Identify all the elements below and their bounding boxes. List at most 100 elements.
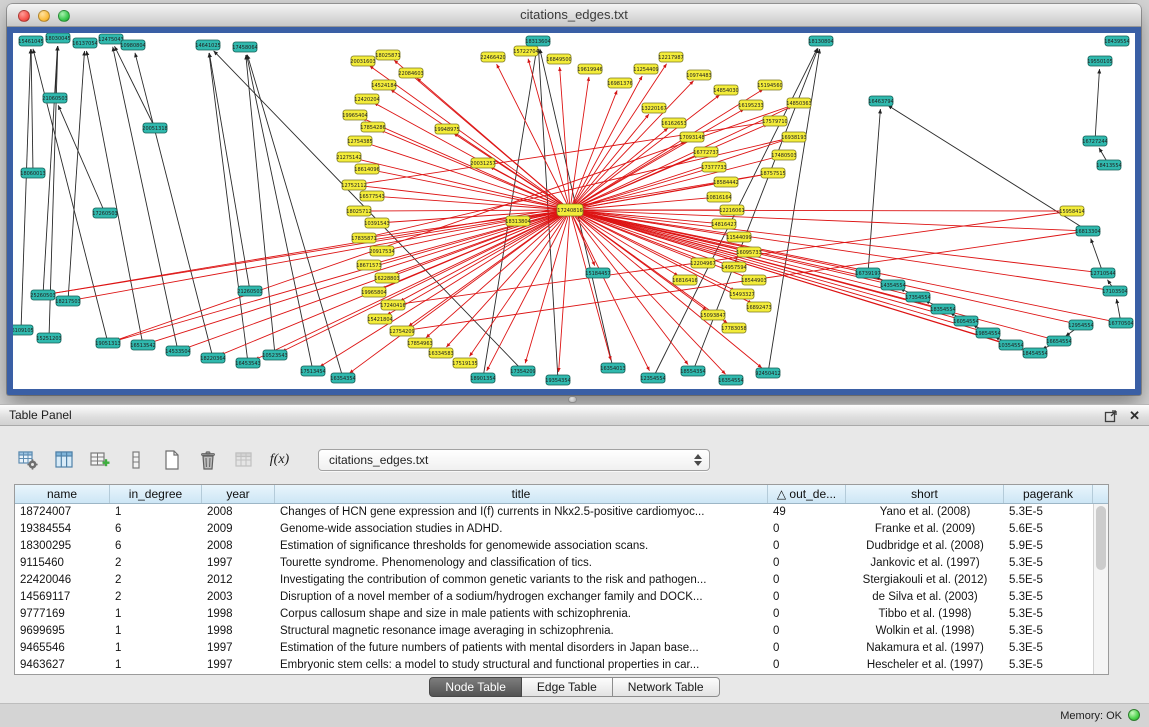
table-row[interactable]: 911546021997Tourette syndrome. Phenomeno…	[15, 555, 1108, 572]
graph-node[interactable]: 12420204	[354, 94, 379, 104]
graph-node[interactable]: 18544903	[741, 275, 766, 285]
table-function-apply-icon[interactable]	[86, 447, 113, 474]
graph-node[interactable]: 15958414	[1059, 206, 1084, 216]
graph-node[interactable]: 16137054	[72, 38, 97, 48]
row-operations-icon[interactable]	[122, 447, 149, 474]
graph-node[interactable]: 16849500	[546, 54, 571, 64]
table-row[interactable]: 2242004622012Investigating the contribut…	[15, 572, 1108, 589]
graph-node[interactable]: 22084603	[398, 68, 423, 78]
graph-node[interactable]: 16195233	[738, 100, 763, 110]
graph-node[interactable]: 18030045	[45, 33, 70, 43]
graph-node[interactable]: 15093847	[700, 310, 725, 320]
graph-node[interactable]: 18220364	[200, 353, 225, 363]
graph-node[interactable]: 16816416	[672, 275, 697, 285]
graph-node[interactable]: 18060013	[20, 168, 45, 178]
graph-node[interactable]: 10980804	[120, 40, 145, 50]
graph-node[interactable]: 17835871	[351, 233, 376, 243]
graph-node[interactable]: 17783058	[721, 323, 746, 333]
graph-node[interactable]: 17458064	[232, 42, 257, 52]
graph-node[interactable]: 19948975	[434, 124, 459, 134]
graph-node[interactable]: 16739197	[855, 268, 880, 278]
scrollbar-thumb[interactable]	[1096, 506, 1106, 570]
graph-node[interactable]: 19550105	[1087, 56, 1112, 66]
graph-node[interactable]: 10816164	[706, 192, 731, 202]
graph-node[interactable]: 18439554	[1104, 36, 1129, 46]
table-row[interactable]: 1938455462009Genome-wide association stu…	[15, 521, 1108, 538]
graph-node[interactable]: 16354013	[600, 363, 625, 373]
graph-node[interactable]: 14850363	[786, 98, 811, 108]
panel-splitter[interactable]	[0, 395, 1149, 404]
graph-node[interactable]: 12754385	[347, 136, 372, 146]
graph-node[interactable]: 17854286	[360, 122, 385, 132]
graph-node[interactable]: 19854554	[975, 328, 1000, 338]
graph-node[interactable]: 21275142	[336, 152, 361, 162]
graph-node[interactable]: 16981376	[607, 78, 632, 88]
graph-node[interactable]: 10523543	[262, 350, 287, 360]
graph-node[interactable]: 17513454	[300, 366, 325, 376]
graph-node[interactable]: 18757515	[760, 168, 785, 178]
table-scrollbar[interactable]	[1093, 504, 1108, 674]
graph-node[interactable]: 12217987	[658, 52, 683, 62]
tab-network-table[interactable]: Network Table	[613, 677, 720, 697]
graph-node[interactable]: 15421804	[367, 314, 392, 324]
graph-node[interactable]: 12752112	[341, 180, 366, 190]
function-builder-icon[interactable]: f(x)	[266, 447, 293, 474]
graph-node[interactable]: 19354354	[545, 375, 570, 385]
table-row[interactable]: 1872400712008Changes of HCN gene express…	[15, 504, 1108, 521]
zoom-button[interactable]	[58, 10, 70, 22]
graph-node[interactable]: 18614096	[354, 164, 379, 174]
graph-node[interactable]: 12754209	[389, 326, 414, 336]
table-row[interactable]: 946554611997Estimation of the future num…	[15, 640, 1108, 657]
graph-node[interactable]: 19619946	[577, 64, 602, 74]
column-header-title[interactable]: title	[275, 485, 768, 503]
graph-node[interactable]: 14957594	[721, 262, 746, 272]
graph-node[interactable]: 20917534	[369, 246, 394, 256]
graph-node[interactable]: 15251203	[36, 333, 61, 343]
graph-node[interactable]: 18584442	[713, 177, 738, 187]
graph-node[interactable]: 11254409	[633, 64, 658, 74]
graph-node[interactable]: 15493327	[729, 289, 754, 299]
table-row[interactable]: 1830029562008Estimation of significance …	[15, 538, 1108, 555]
graph-node[interactable]: 18025712	[346, 206, 371, 216]
graph-node[interactable]: 18554354	[680, 366, 705, 376]
graph-node[interactable]: 19965404	[342, 110, 367, 120]
graph-node[interactable]: 14533504	[165, 346, 190, 356]
graph-node[interactable]: 20031257	[470, 158, 495, 168]
graph-node[interactable]: 14816427	[711, 219, 736, 229]
column-header-year[interactable]: year	[202, 485, 275, 503]
show-columns-icon[interactable]	[50, 447, 77, 474]
graph-node[interactable]: 16109105	[13, 325, 34, 335]
table-selector-dropdown[interactable]: citations_edges.txt	[318, 449, 710, 471]
graph-node[interactable]: 10974483	[686, 70, 711, 80]
graph-node[interactable]: 17354554	[905, 292, 930, 302]
table-row[interactable]: 977716911998Corpus callosum shape and si…	[15, 606, 1108, 623]
graph-node[interactable]: 16938193	[781, 132, 806, 142]
graph-node[interactable]: 18025871	[375, 50, 400, 60]
graph-node[interactable]: 15461045	[18, 36, 43, 46]
tab-edge-table[interactable]: Edge Table	[522, 677, 613, 697]
graph-node[interactable]: 92450412	[755, 368, 780, 378]
graph-node[interactable]: 18413554	[1096, 160, 1121, 170]
graph-node[interactable]: 15184457	[585, 268, 610, 278]
graph-node[interactable]: 14854030	[713, 85, 738, 95]
tab-node-table[interactable]: Node Table	[429, 677, 522, 697]
graph-node[interactable]: 18217503	[55, 296, 80, 306]
graph-node[interactable]: 16228803	[374, 273, 399, 283]
table-row[interactable]: 969969511998Structural magnetic resonanc…	[15, 623, 1108, 640]
graph-node[interactable]: 12204967	[690, 258, 715, 268]
import-table-icon[interactable]	[230, 447, 257, 474]
network-graph[interactable]: 2003160318025871220846031452418412420204…	[13, 33, 1135, 389]
graph-node[interactable]: 16095733	[736, 247, 761, 257]
graph-node[interactable]: 14354554	[880, 280, 905, 290]
graph-node[interactable]: 20051318	[142, 123, 167, 133]
graph-node[interactable]: 18454554	[1022, 348, 1047, 358]
graph-node[interactable]: 17093148	[679, 132, 704, 142]
table-settings-icon[interactable]	[14, 447, 41, 474]
graph-node[interactable]: 16577543	[359, 191, 384, 201]
graph-node[interactable]: 16813304	[1075, 226, 1100, 236]
graph-node[interactable]: 17854963	[407, 338, 432, 348]
new-table-icon[interactable]	[158, 447, 185, 474]
graph-node[interactable]: 16334583	[428, 348, 453, 358]
graph-node[interactable]: 17354209	[510, 366, 535, 376]
graph-node[interactable]: 17579710	[762, 116, 787, 126]
